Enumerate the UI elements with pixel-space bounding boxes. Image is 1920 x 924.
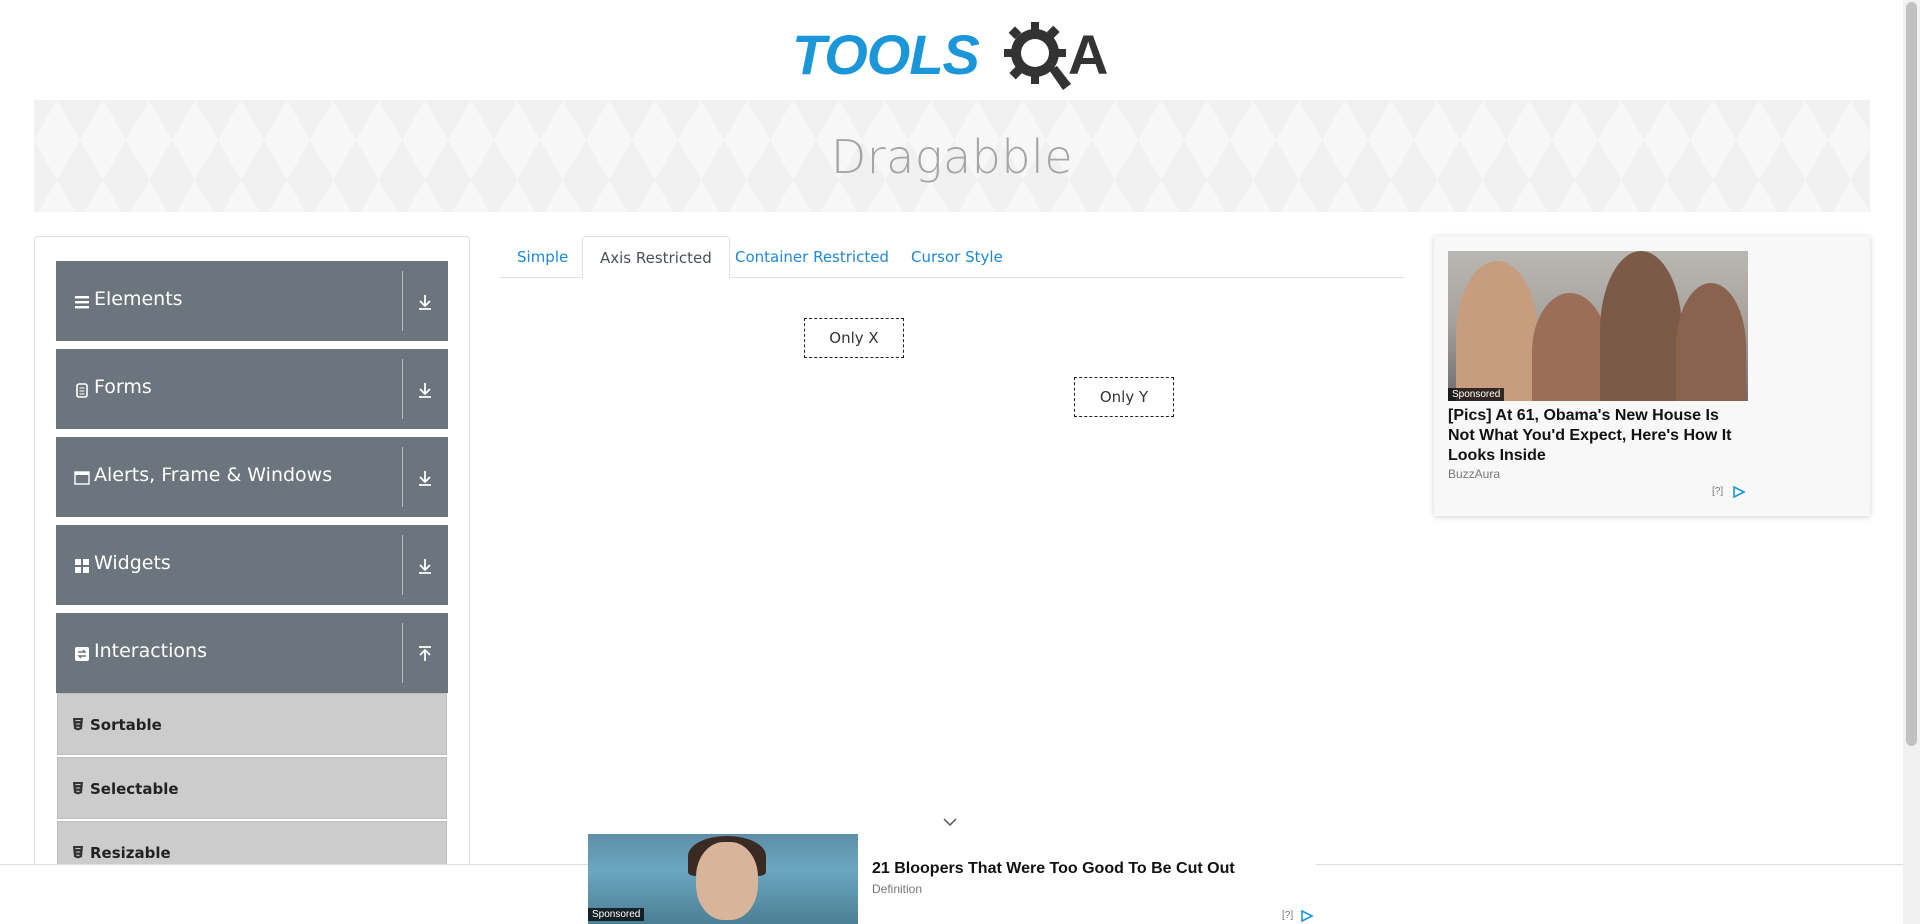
html5-icon (73, 846, 83, 859)
sidebar-group-label: Elements (94, 288, 183, 310)
ad-info-link[interactable]: [?] (1712, 486, 1723, 497)
tab-cursor-style[interactable]: Cursor Style (894, 236, 1020, 278)
sidebar-group-widgets[interactable]: Widgets (56, 525, 448, 605)
chevron-down-icon[interactable] (942, 816, 958, 828)
drag-box-only-x[interactable]: Only X (804, 318, 904, 358)
download-arrow-icon[interactable] (414, 379, 436, 401)
toolsqa-logo[interactable]: TOOLS A (792, 16, 1116, 92)
divider (402, 623, 403, 683)
sidebar-group-label: Widgets (94, 552, 171, 574)
sponsored-ad-right[interactable]: Sponsored [Pics] At 61, Obama's New Hous… (1434, 236, 1870, 516)
sponsored-badge: Sponsored (1448, 388, 1505, 401)
page-title: Dragabble (830, 130, 1074, 184)
tab-simple[interactable]: Simple (500, 236, 585, 278)
ad-info-link[interactable]: [?] (1282, 910, 1293, 921)
ad-image[interactable] (1448, 251, 1748, 401)
sponsored-ad-bottom[interactable]: Sponsored 21 Bloopers That Were Too Good… (588, 834, 1316, 924)
sidebar-item-label: Sortable (90, 716, 162, 734)
divider (402, 271, 403, 331)
drag-box-only-y[interactable]: Only Y (1074, 377, 1174, 417)
page-scrollbar[interactable] (1903, 0, 1920, 924)
sidebar-item-label: Selectable (90, 780, 179, 798)
html5-icon (73, 718, 83, 731)
download-arrow-icon[interactable] (414, 555, 436, 577)
window-icon (74, 471, 90, 485)
sidebar-item-selectable[interactable]: Selectable (57, 757, 447, 819)
hamburger-icon (75, 296, 89, 309)
sidebar-group-alerts[interactable]: Alerts, Frame & Windows (56, 437, 448, 517)
tab-bar: Simple Axis Restricted Container Restric… (500, 236, 1404, 279)
divider (402, 447, 403, 507)
sidebar-group-label: Interactions (94, 640, 207, 662)
download-arrow-icon[interactable] (414, 291, 436, 313)
html5-icon (73, 782, 83, 795)
interactions-icon (75, 647, 89, 661)
tab-axis-restricted[interactable]: Axis Restricted (582, 236, 730, 279)
logo-a: A (1068, 23, 1109, 86)
sidebar-group-label: Alerts, Frame & Windows (94, 464, 333, 486)
page-banner: Dragabble (34, 100, 1870, 212)
ad-source[interactable]: BuzzAura (1448, 467, 1500, 481)
adchoices-icon[interactable] (1732, 486, 1746, 498)
adchoices-icon[interactable] (1300, 910, 1314, 922)
ad-headline[interactable]: [Pics] At 61, Obama's New House Is Not W… (1448, 406, 1748, 466)
ad-headline[interactable]: 21 Bloopers That Were Too Good To Be Cut… (872, 860, 1235, 878)
sidebar-group-label: Forms (94, 376, 152, 398)
upload-arrow-icon[interactable] (414, 643, 436, 665)
divider (402, 535, 403, 595)
sidebar-group-elements[interactable]: Elements (56, 261, 448, 341)
ad-source[interactable]: Definition (872, 882, 922, 896)
sidebar-item-sortable[interactable]: Sortable (57, 693, 447, 755)
sidebar-group-interactions[interactable]: Interactions (56, 613, 448, 693)
download-arrow-icon[interactable] (414, 467, 436, 489)
gear-magnifier-icon (1004, 22, 1071, 90)
sidebar-group-forms[interactable]: Forms (56, 349, 448, 429)
sidebar-item-label: Resizable (90, 844, 171, 862)
left-sidebar: Elements Forms Alerts, Frame & Windows W… (34, 236, 470, 924)
document-icon (76, 383, 88, 398)
tab-container-restricted[interactable]: Container Restricted (718, 236, 906, 278)
sponsored-badge: Sponsored (588, 908, 645, 921)
grid-icon (75, 559, 89, 573)
scrollbar-thumb[interactable] (1906, 2, 1917, 746)
logo-text: TOOLS (792, 23, 980, 86)
divider (402, 359, 403, 419)
